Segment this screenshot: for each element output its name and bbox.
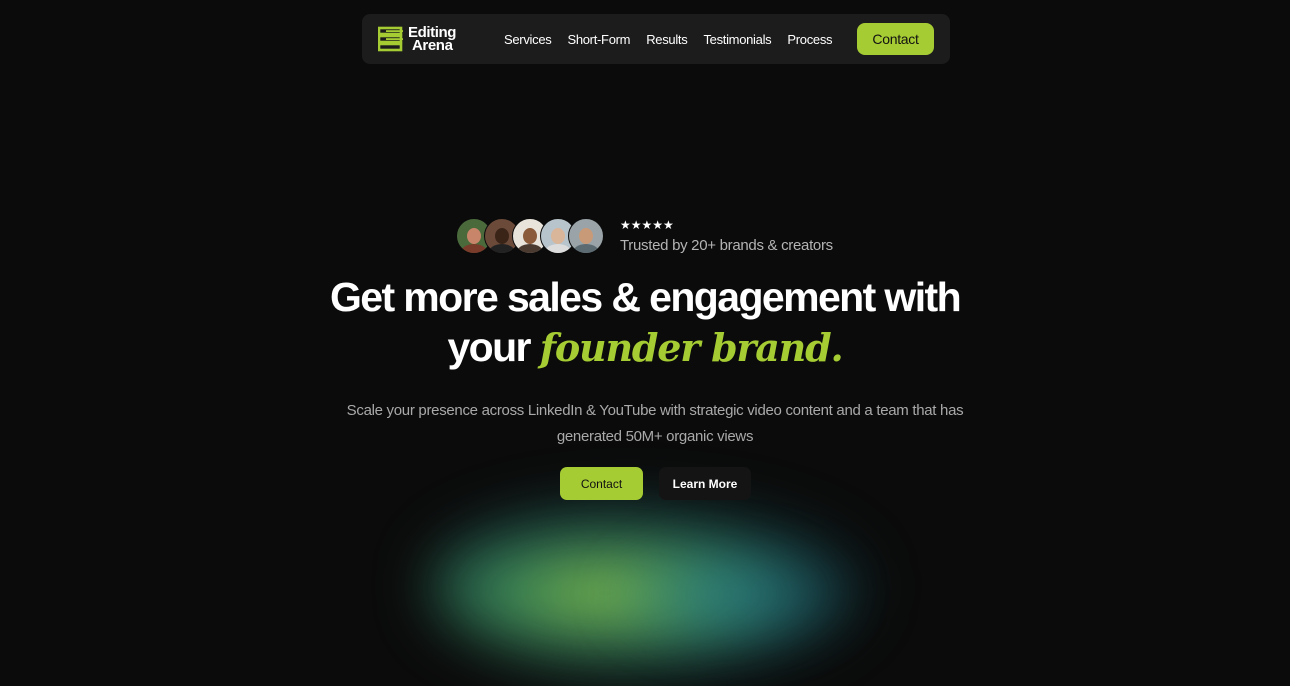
headline-line-2: your founder brand. (0, 322, 1290, 373)
brand-logo[interactable]: Editing Arena (378, 25, 488, 54)
nav-link-services[interactable]: Services (504, 32, 552, 47)
avatar (568, 218, 604, 254)
cta-row: Contact Learn More (560, 467, 751, 500)
trust-label: Trusted by 20+ brands & creators (620, 237, 833, 254)
stacked-bars-logo-icon (378, 26, 403, 52)
trust-badge: ★★★★★ Trusted by 20+ brands & creators (456, 218, 833, 254)
nav-link-short-form[interactable]: Short-Form (567, 32, 630, 47)
nav-link-testimonials[interactable]: Testimonials (703, 32, 771, 47)
landing-page: Editing Arena Services Short-Form Result… (0, 0, 1290, 686)
nav-link-process[interactable]: Process (787, 32, 832, 47)
hero-headline: Get more sales & engagement with your fo… (0, 272, 1290, 373)
brand-line-2: Arena (412, 37, 453, 54)
rating-stars-icon: ★★★★★ (620, 218, 674, 232)
nav-contact-button[interactable]: Contact (857, 23, 934, 55)
contact-button[interactable]: Contact (560, 467, 643, 500)
avatar-group (456, 218, 604, 254)
nav-link-results[interactable]: Results (646, 32, 688, 47)
hero-glow-secondary (600, 540, 860, 650)
nav-links: Services Short-Form Results Testimonials… (504, 32, 833, 47)
top-navbar: Editing Arena Services Short-Form Result… (362, 14, 950, 64)
trust-text: ★★★★★ Trusted by 20+ brands & creators (620, 218, 833, 254)
headline-prefix: your (447, 324, 531, 370)
headline-accent: founder brand. (539, 325, 844, 370)
hero-subtext: Scale your presence across LinkedIn & Yo… (346, 402, 964, 445)
learn-more-button[interactable]: Learn More (659, 467, 751, 500)
hero-glow (430, 500, 870, 670)
headline-line-1: Get more sales & engagement with (329, 274, 962, 320)
brand-wordmark: Editing Arena (408, 25, 456, 54)
